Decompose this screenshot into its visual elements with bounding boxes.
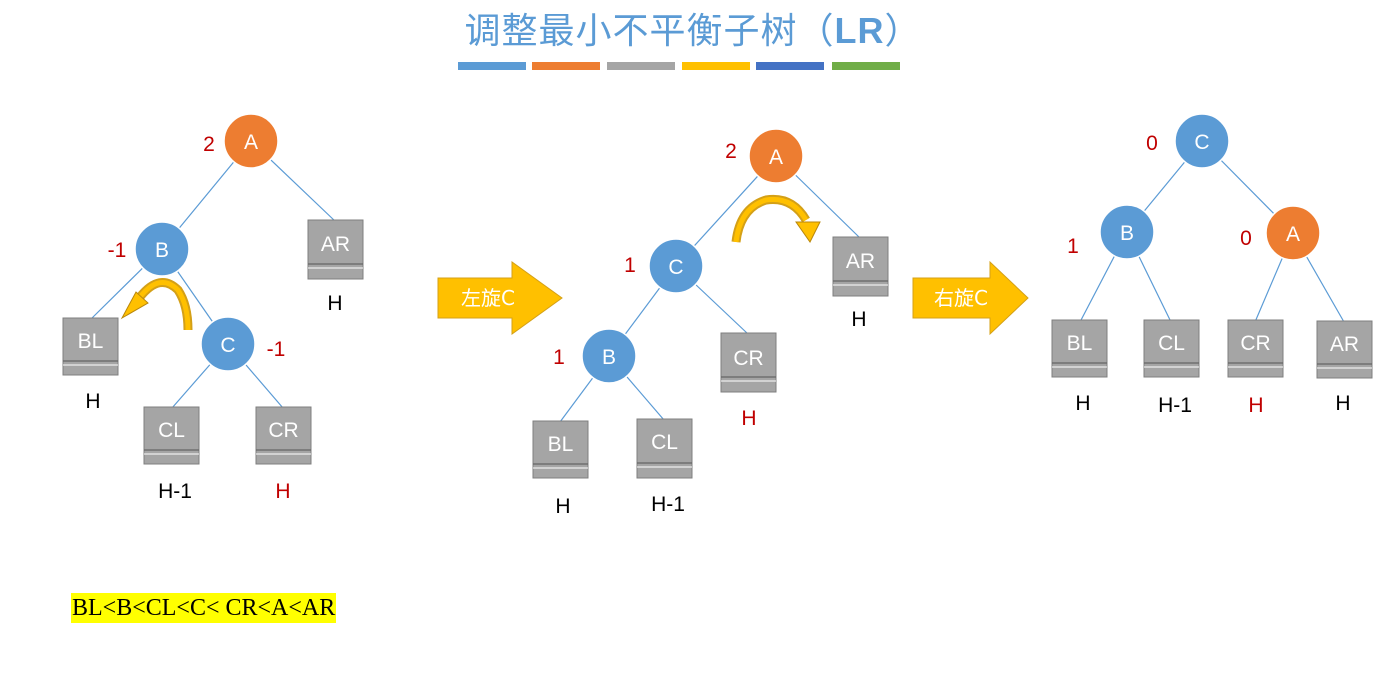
height-cl: H-1: [158, 480, 192, 503]
node-b: B: [1099, 204, 1155, 260]
node-c: C: [1174, 113, 1230, 169]
height-bl: H: [555, 495, 570, 518]
node-a: A: [1265, 205, 1321, 261]
step2-label: 右旋C: [934, 286, 988, 310]
subtree-cr: CR: [720, 332, 777, 393]
avl-diagram: A B C 2 -1 -1 BL CL CR AR H H-1 H H 左旋C …: [62, 113, 1373, 518]
balance-a: 0: [1240, 227, 1252, 250]
node-b-label: B: [1120, 222, 1134, 245]
height-cl: H-1: [651, 493, 685, 516]
height-cr: H: [1248, 394, 1263, 417]
node-a-label: A: [244, 131, 258, 154]
node-b: B: [134, 221, 190, 277]
height-cl: H-1: [1158, 394, 1192, 417]
inorder-sequence: BL<B<CL<C< CR<A<AR: [71, 593, 337, 623]
node-c-label: C: [220, 334, 235, 357]
node-a: A: [748, 128, 804, 184]
subtree-ar-label: AR: [846, 250, 875, 273]
node-c-label: C: [1194, 131, 1209, 154]
balance-b: -1: [108, 239, 127, 262]
step-right-rotate-arrow: 右旋C: [912, 260, 1029, 336]
balance-c: 0: [1146, 132, 1158, 155]
subtree-bl-label: BL: [1067, 332, 1093, 355]
subtree-bl: BL: [62, 317, 119, 376]
node-a-label: A: [1286, 223, 1300, 246]
rotate-left-curve-icon: [120, 278, 193, 331]
height-cr: H: [741, 407, 756, 430]
balance-c: 1: [624, 254, 636, 277]
subtree-cl: CL: [1143, 319, 1200, 378]
height-cr: H: [275, 480, 290, 503]
subtree-cl: CL: [636, 418, 693, 479]
balance-a: 2: [725, 140, 737, 163]
subtree-cl-label: CL: [158, 419, 185, 442]
tree-after: C B A 0 1 0 BL CL CR AR H H-1 H H: [1051, 113, 1373, 417]
tree-middle: A C B 2 1 1 BL CL CR AR H H-1 H H: [532, 128, 889, 518]
node-a-label: A: [769, 146, 783, 169]
balance-a: 2: [203, 133, 215, 156]
subtree-cl: CL: [143, 406, 200, 465]
subtree-ar-label: AR: [1330, 333, 1359, 356]
node-b-label: B: [155, 239, 169, 262]
subtree-cr: CR: [1227, 319, 1284, 378]
subtree-cr-label: CR: [1240, 332, 1270, 355]
subtree-cl-label: CL: [1158, 332, 1185, 355]
subtree-bl-label: BL: [548, 433, 574, 456]
tree-before: A B C 2 -1 -1 BL CL CR AR H H-1 H H: [62, 113, 364, 503]
height-bl: H: [1075, 392, 1090, 415]
balance-c: -1: [267, 338, 286, 361]
node-c: C: [200, 316, 256, 372]
node-c-label: C: [668, 256, 683, 279]
step-left-rotate-arrow: 左旋C: [437, 261, 563, 335]
subtree-bl-label: BL: [78, 330, 104, 353]
height-ar: H: [1335, 392, 1350, 415]
subtree-ar: AR: [307, 219, 364, 280]
subtree-cr-label: CR: [268, 419, 298, 442]
height-ar: H: [851, 308, 866, 331]
height-ar: H: [327, 292, 342, 315]
step1-label: 左旋C: [461, 286, 515, 310]
rotate-right-curve-icon: [731, 194, 821, 243]
balance-b: 1: [1067, 235, 1079, 258]
node-b-label: B: [602, 346, 616, 369]
node-c: C: [648, 238, 704, 294]
node-b: B: [581, 328, 637, 384]
subtree-ar: AR: [832, 236, 889, 297]
subtree-ar: AR: [1316, 320, 1373, 379]
balance-b: 1: [553, 346, 565, 369]
subtree-cr-label: CR: [733, 347, 763, 370]
height-bl: H: [85, 390, 100, 413]
subtree-cl-label: CL: [651, 431, 678, 454]
node-a: A: [223, 113, 279, 169]
subtree-ar-label: AR: [321, 233, 350, 256]
subtree-cr: CR: [255, 406, 312, 465]
subtree-bl: BL: [1051, 319, 1108, 378]
subtree-bl: BL: [532, 420, 589, 479]
